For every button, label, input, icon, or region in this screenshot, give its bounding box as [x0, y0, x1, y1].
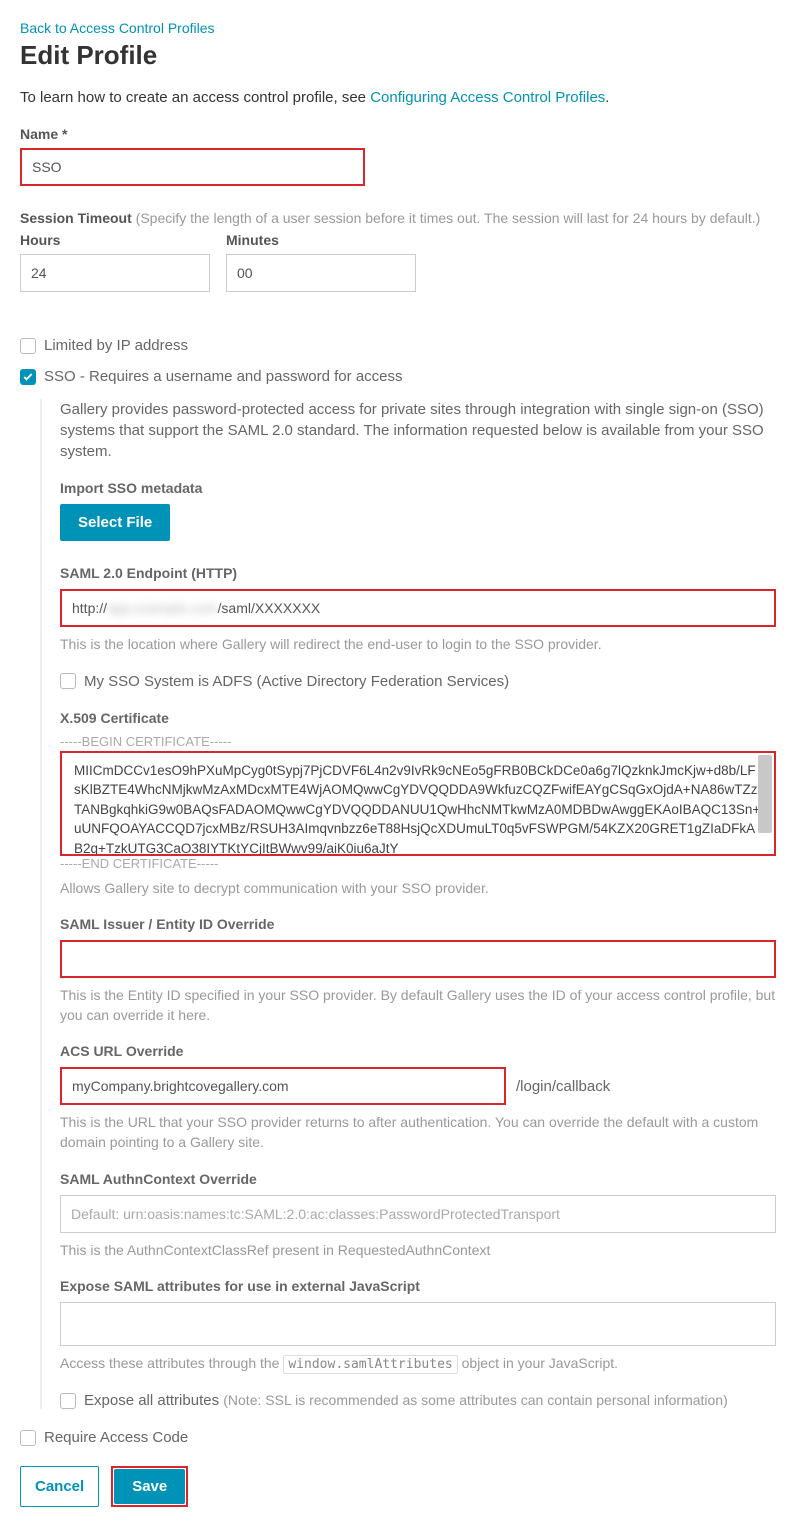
intro-text: To learn how to create an access control… — [20, 89, 785, 106]
scrollbar[interactable] — [758, 755, 772, 833]
expose-all-checkbox[interactable] — [60, 1393, 76, 1409]
cert-label: X.509 Certificate — [60, 710, 785, 726]
issuer-input[interactable] — [60, 940, 776, 978]
cert-hint: Allows Gallery site to decrypt communica… — [60, 879, 785, 899]
limited-ip-checkbox[interactable] — [20, 338, 36, 354]
hours-input[interactable] — [20, 254, 210, 292]
cert-end-marker: -----END CERTIFICATE----- — [60, 856, 785, 871]
issuer-label: SAML Issuer / Entity ID Override — [60, 916, 785, 932]
name-label: Name * — [20, 126, 785, 142]
require-access-code-checkbox[interactable] — [20, 1430, 36, 1446]
sso-checkbox-label: SSO - Requires a username and password f… — [44, 368, 403, 385]
adfs-label: My SSO System is ADFS (Active Directory … — [84, 673, 509, 690]
configure-link[interactable]: Configuring Access Control Profiles — [370, 89, 605, 106]
authn-label: SAML AuthnContext Override — [60, 1171, 785, 1187]
acs-hint: This is the URL that your SSO provider r… — [60, 1113, 785, 1152]
cancel-button[interactable]: Cancel — [20, 1466, 99, 1507]
issuer-hint: This is the Entity ID specified in your … — [60, 986, 785, 1025]
acs-label: ACS URL Override — [60, 1043, 785, 1059]
expose-attrs-label: Expose SAML attributes for use in extern… — [60, 1278, 785, 1294]
sso-description: Gallery provides password-protected acce… — [60, 399, 785, 462]
back-link[interactable]: Back to Access Control Profiles — [20, 20, 215, 36]
cert-textarea[interactable]: MIICmDCCv1esO9hPXuMpCyg0tSypj7PjCDVF6L4n… — [60, 751, 776, 856]
cert-begin-marker: -----BEGIN CERTIFICATE----- — [60, 734, 785, 749]
minutes-input[interactable] — [226, 254, 416, 292]
name-input[interactable] — [20, 148, 365, 186]
limited-ip-label: Limited by IP address — [44, 337, 188, 354]
acs-input[interactable] — [60, 1067, 506, 1105]
endpoint-label: SAML 2.0 Endpoint (HTTP) — [60, 565, 785, 581]
require-access-code-label: Require Access Code — [44, 1429, 188, 1446]
select-file-button[interactable]: Select File — [60, 504, 170, 541]
minutes-label: Minutes — [226, 232, 416, 248]
session-timeout-label: Session Timeout (Specify the length of a… — [20, 210, 785, 226]
endpoint-input[interactable] — [60, 589, 776, 627]
authn-hint: This is the AuthnContextClassRef present… — [60, 1241, 785, 1261]
save-button[interactable]: Save — [114, 1469, 185, 1504]
import-metadata-label: Import SSO metadata — [60, 480, 785, 496]
hours-label: Hours — [20, 232, 210, 248]
acs-suffix: /login/callback — [516, 1078, 610, 1095]
expose-attrs-input[interactable] — [60, 1302, 776, 1346]
expose-all-label: Expose all attributes (Note: SSL is reco… — [84, 1392, 728, 1409]
authn-input[interactable] — [60, 1195, 776, 1233]
adfs-checkbox[interactable] — [60, 673, 76, 689]
sso-checkbox[interactable] — [20, 369, 36, 385]
expose-attrs-hint: Access these attributes through the wind… — [60, 1354, 785, 1374]
endpoint-hint: This is the location where Gallery will … — [60, 635, 785, 655]
page-title: Edit Profile — [20, 40, 785, 71]
